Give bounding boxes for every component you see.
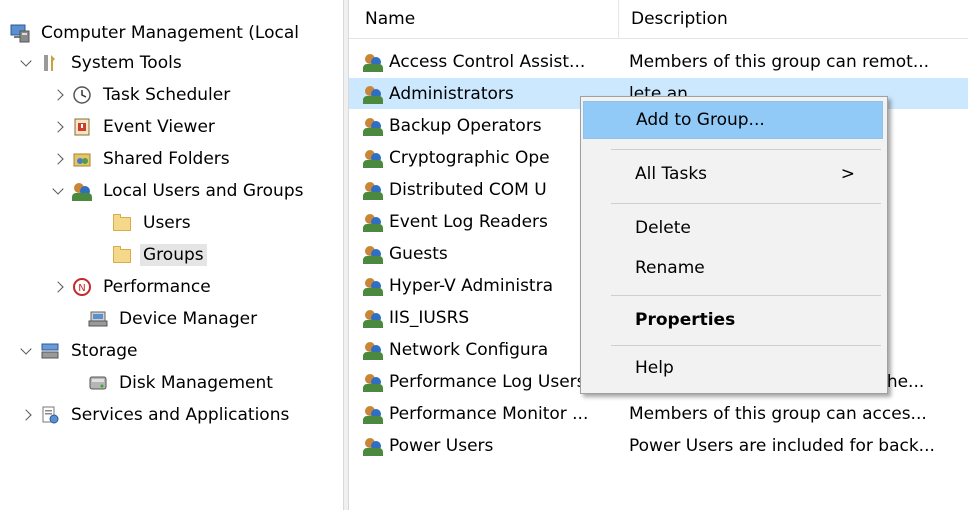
group-icon [363,212,383,232]
services-icon [40,405,60,425]
tree-item-label: Event Viewer [103,117,215,137]
table-row[interactable]: Power Users Power Users are included for … [349,430,968,461]
chevron-down-icon[interactable] [18,343,34,359]
menu-separator [611,295,881,296]
tree-item-device-manager[interactable]: Device Manager [88,304,260,334]
tree-root-label: Computer Management (Local [41,23,299,43]
device-manager-icon [88,309,108,329]
column-header-label: Name [365,9,416,29]
group-name: Access Control Assist... [389,51,586,72]
tree-item-system-tools[interactable]: System Tools [18,48,185,78]
chevron-right-icon[interactable] [50,119,66,135]
menu-item-label: Rename [635,258,705,278]
tools-icon [40,53,60,73]
menu-separator [611,149,881,150]
console-tree: Computer Management (Local System Tools … [0,0,343,510]
menu-item-all-tasks[interactable]: All Tasks > [583,155,883,193]
group-icon [363,372,383,392]
group-description: Members of this group can remot... [629,51,930,72]
tree-item-task-scheduler[interactable]: Task Scheduler [50,80,233,110]
tree-item-label: Task Scheduler [103,85,231,105]
tree-item-users[interactable]: Users [112,208,194,238]
table-row[interactable]: Access Control Assist... Members of this … [349,46,968,77]
tree-item-label: Users [143,213,191,233]
users-groups-icon [72,181,92,201]
menu-item-label: Delete [635,218,691,238]
group-icon [363,436,383,456]
group-icon [363,116,383,136]
chevron-right-icon[interactable] [50,151,66,167]
group-icon [363,276,383,296]
group-icon [363,148,383,168]
chevron-down-icon[interactable] [50,183,66,199]
menu-item-add-to-group[interactable]: Add to Group... [583,101,883,139]
menu-item-label: Help [635,358,674,378]
column-header-description[interactable]: Description [619,0,968,38]
tree-item-label: Groups [140,244,207,266]
tree-item-event-viewer[interactable]: Event Viewer [50,112,218,142]
clock-icon [72,85,92,105]
tree-item-label: Local Users and Groups [103,181,304,201]
chevron-down-icon[interactable] [18,55,34,71]
chevron-right-icon[interactable] [50,87,66,103]
tree-item-label: Services and Applications [71,405,290,425]
group-description: Power Users are included for back... [629,435,935,456]
group-name: Power Users [389,435,494,456]
menu-item-label: All Tasks [635,164,708,184]
svg-text:N: N [78,283,85,294]
menu-item-label: Add to Group... [636,110,765,130]
tree-item-groups[interactable]: Groups [112,240,207,270]
context-menu: Add to Group... All Tasks > Delete Renam… [580,96,888,394]
storage-icon [40,341,60,361]
submenu-arrow-icon: > [840,164,855,184]
group-icon [363,244,383,264]
folder-icon [112,213,132,233]
menu-item-delete[interactable]: Delete [583,209,883,247]
tree-item-label: Shared Folders [103,149,230,169]
table-row[interactable]: Performance Monitor ... Members of this g… [349,398,968,429]
column-header-label: Description [631,9,728,29]
tree-item-label: System Tools [71,53,182,73]
tree-root[interactable]: Computer Management (Local [10,18,302,48]
group-icon [363,308,383,328]
group-icon [363,340,383,360]
chevron-right-icon[interactable] [50,279,66,295]
folder-icon [112,245,132,265]
group-icon [363,404,383,424]
computer-management-icon [10,23,30,43]
chevron-right-icon[interactable] [18,407,34,423]
group-icon [363,52,383,72]
list-header: Name Description [349,0,968,39]
menu-separator [611,345,881,346]
group-icon [363,180,383,200]
tree-item-services-applications[interactable]: Services and Applications [18,400,292,430]
menu-item-help[interactable]: Help [583,349,883,387]
tree-item-disk-management[interactable]: Disk Management [88,368,276,398]
tree-item-label: Performance [103,277,211,297]
tree-item-label: Device Manager [119,309,258,329]
tree-item-storage[interactable]: Storage [18,336,141,366]
column-header-name[interactable]: Name [349,0,619,38]
tree-item-shared-folders[interactable]: Shared Folders [50,144,233,174]
event-viewer-icon [72,117,92,137]
shared-folder-icon [72,149,92,169]
tree-item-label: Disk Management [119,373,273,393]
menu-separator [611,203,881,204]
menu-item-rename[interactable]: Rename [583,249,883,287]
tree-item-label: Storage [71,341,138,361]
group-description: Members of this group can acces... [629,403,927,424]
group-icon [363,84,383,104]
group-name: Performance Monitor ... [389,403,589,424]
disk-icon [88,373,108,393]
menu-item-label: Properties [635,310,736,330]
tree-item-performance[interactable]: N Performance [50,272,214,302]
menu-item-properties[interactable]: Properties [583,301,883,339]
performance-icon: N [72,277,92,297]
tree-item-local-users-groups[interactable]: Local Users and Groups [50,176,306,206]
